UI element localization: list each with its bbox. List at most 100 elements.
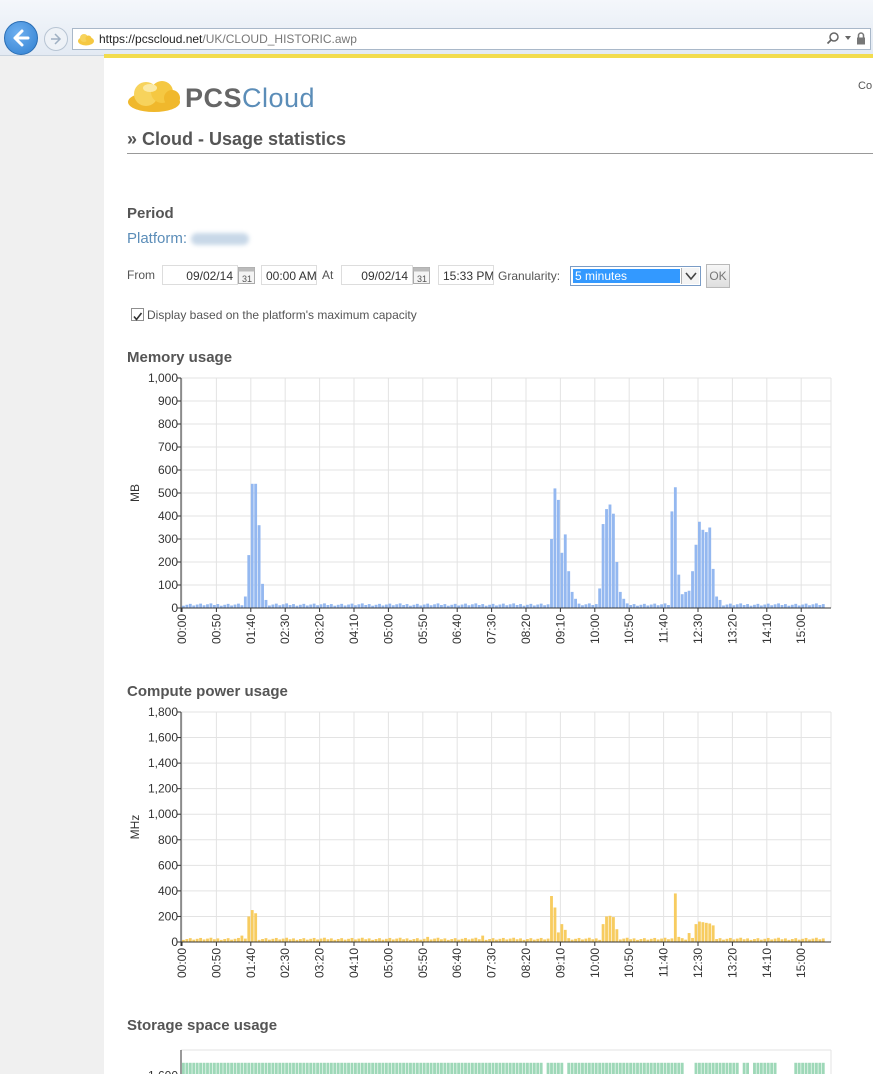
bar <box>773 604 777 608</box>
bar <box>381 1062 385 1074</box>
x-tick-label: 07:30 <box>485 614 499 644</box>
bar <box>443 938 447 942</box>
bar <box>188 1062 192 1074</box>
ok-button[interactable]: OK <box>706 264 730 288</box>
platform-name-redacted <box>191 233 250 246</box>
bar <box>622 938 626 942</box>
to-time-input[interactable]: 15:33 PM <box>438 265 494 285</box>
select-arrow[interactable] <box>681 268 699 284</box>
bar <box>529 938 533 942</box>
from-time-input[interactable]: 00:00 AM <box>261 265 317 285</box>
bar <box>505 1062 509 1074</box>
bar <box>488 1062 491 1074</box>
bar <box>209 937 213 942</box>
bar <box>728 937 732 942</box>
y-tick-label: 200 <box>158 555 178 569</box>
bar <box>601 524 605 608</box>
bar <box>653 603 657 608</box>
from-date-input[interactable]: 09/02/14 <box>162 265 238 285</box>
bar <box>560 552 564 608</box>
bar <box>529 603 533 608</box>
bar <box>653 1062 657 1074</box>
bar <box>718 1062 722 1074</box>
bar <box>539 603 543 608</box>
bar <box>395 604 399 608</box>
bar <box>436 1062 440 1074</box>
bar <box>691 937 694 942</box>
x-tick-label: 12:30 <box>691 614 705 644</box>
bar <box>374 1062 378 1074</box>
bar <box>446 1062 450 1074</box>
bar <box>378 603 381 608</box>
bar <box>725 604 729 608</box>
search-icon[interactable] <box>826 31 840 45</box>
forward-button[interactable] <box>44 27 68 51</box>
max-capacity-checkbox[interactable] <box>131 308 144 321</box>
bar <box>316 1062 319 1074</box>
bar <box>539 1062 543 1074</box>
x-tick-label: 10:00 <box>588 614 602 644</box>
bar <box>766 603 770 608</box>
bar <box>725 1062 729 1074</box>
bar <box>199 937 203 942</box>
address-bar[interactable]: https://pcscloud.net/UK/CLOUD_HISTORIC.a… <box>72 28 871 50</box>
bar <box>464 1062 467 1074</box>
bar <box>498 604 502 608</box>
bar <box>481 604 485 608</box>
bar <box>402 1062 405 1074</box>
bar <box>550 1062 553 1074</box>
bar <box>302 938 306 942</box>
bar <box>209 603 213 608</box>
x-tick-label: 15:00 <box>794 614 808 644</box>
browser-toolbar: https://pcscloud.net/UK/CLOUD_HISTORIC.a… <box>0 0 873 56</box>
calendar-icon[interactable]: 31 <box>238 267 255 284</box>
bar <box>715 596 719 608</box>
y-tick-label: 300 <box>158 532 178 546</box>
bar <box>226 938 230 942</box>
x-tick-label: 05:00 <box>381 948 395 978</box>
bar <box>508 938 512 942</box>
bar <box>512 937 516 942</box>
bar <box>556 1062 560 1074</box>
chevron-down-icon <box>685 272 697 281</box>
bar <box>718 599 722 608</box>
bar <box>560 924 564 942</box>
bar <box>532 1062 536 1074</box>
bar <box>295 1062 299 1074</box>
lock-icon[interactable] <box>856 31 866 45</box>
calendar-icon[interactable]: 31 <box>413 267 430 284</box>
bar <box>639 1062 643 1074</box>
dropdown-arrow-icon[interactable] <box>844 34 852 42</box>
bar <box>728 1062 732 1074</box>
bar <box>663 937 667 942</box>
bar <box>584 604 588 608</box>
granularity-label: Granularity: <box>498 269 561 283</box>
bar <box>570 591 574 608</box>
bar <box>501 937 505 942</box>
bar <box>216 604 220 608</box>
bar <box>601 924 605 942</box>
granularity-select[interactable]: 5 minutes <box>570 266 701 286</box>
bar <box>512 603 516 608</box>
bar <box>687 590 691 608</box>
bar <box>646 1062 650 1074</box>
back-button[interactable] <box>4 21 38 55</box>
to-date-input[interactable]: 09/02/14 <box>341 265 413 285</box>
max-capacity-label: Display based on the platform's maximum … <box>147 308 417 322</box>
x-tick-label: 13:20 <box>725 948 739 978</box>
bar <box>278 1062 282 1074</box>
y-tick-label: 500 <box>158 486 178 500</box>
bar <box>821 1062 825 1074</box>
bar <box>804 603 808 608</box>
header-link[interactable]: Co <box>858 80 872 92</box>
bar <box>574 1062 577 1074</box>
bar <box>453 1062 457 1074</box>
bar <box>642 938 646 942</box>
bar <box>625 603 629 608</box>
bar <box>687 933 691 942</box>
bar <box>457 1062 461 1074</box>
bar <box>433 938 436 942</box>
bar <box>312 603 316 608</box>
bar <box>302 1062 306 1074</box>
x-tick-label: 09:10 <box>553 614 567 644</box>
